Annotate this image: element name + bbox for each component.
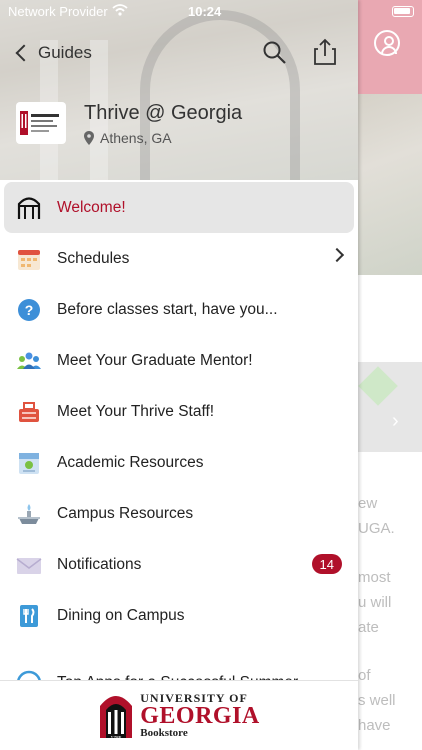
menu-item-before-classes[interactable]: ? Before classes start, have you... [0,284,358,335]
svg-text:?: ? [25,302,34,318]
background-text: u will [358,594,392,611]
menu-item-campus-resources[interactable]: Campus Resources [0,488,358,539]
fountain-icon [16,501,42,527]
dining-icon [16,603,42,629]
menu-item-label: Meet Your Thrive Staff! [57,402,215,420]
background-text: s well [358,692,396,709]
chevron-right-icon [329,247,345,263]
carrier-name: Network Provider [8,4,108,19]
guide-title: Thrive @ Georgia [84,102,243,124]
back-button[interactable]: Guides [14,40,92,66]
menu-item-label: Dining on Campus [57,606,185,624]
svg-text:1785: 1785 [111,736,122,742]
background-text: ate [358,619,379,636]
question-icon: ? [16,297,42,323]
navigation-drawer: Network Provider 10:24 Guides Thrive @ G… [0,0,358,750]
menu-item-label: Welcome! [57,198,126,216]
uga-line2: GEORGIA [140,703,260,729]
guide-logo [16,102,66,144]
battery-icon [392,6,414,17]
calendar-icon [16,246,42,272]
menu-item-graduate-mentor[interactable]: Meet Your Graduate Mentor! [0,335,358,386]
wifi-icon [112,4,128,16]
menu-item-label: Campus Resources [57,504,194,522]
staff-icon [16,399,42,425]
uga-arch-logo-icon: 1785 [100,695,133,742]
location-pin-icon [84,131,94,145]
clock: 10:24 [188,4,222,19]
menu-item-notifications[interactable]: Notifications 14 [0,539,358,590]
location-label: Athens, GA [100,130,172,146]
notebook-icon [16,450,42,476]
back-label: Guides [38,43,92,62]
drawer-header-image [0,0,358,180]
chevron-left-icon [15,44,33,62]
guide-menu: Welcome! Schedules ? Before classes star… [0,182,358,641]
uga-bookstore-wordmark: UNIVERSITY OF GEORGIA Bookstore [140,692,260,739]
envelope-icon [16,552,42,578]
background-text: most [358,569,391,586]
uga-logo-icon [20,111,59,135]
notification-count-badge: 14 [311,554,342,574]
sponsor-banner[interactable]: 1785 UNIVERSITY OF GEORGIA Bookstore [0,680,358,750]
status-bar: Network Provider 10:24 [0,0,358,22]
menu-item-label: Notifications [57,555,142,573]
background-text: have [358,717,391,734]
header-overlay [0,0,358,180]
menu-item-academic-resources[interactable]: Academic Resources [0,437,358,488]
background-text: UGA. [358,520,395,537]
menu-item-label: Meet Your Graduate Mentor! [57,351,253,369]
background-text: of [358,667,371,684]
menu-item-label: Before classes start, have you... [57,300,278,318]
menu-item-label: Academic Resources [57,453,204,471]
background-text: ew [358,495,378,512]
arch-icon [16,195,42,221]
menu-item-dining[interactable]: Dining on Campus [0,590,358,641]
menu-item-label: Schedules [57,249,130,267]
menu-item-thrive-staff[interactable]: Meet Your Thrive Staff! [0,386,358,437]
chevron-right-icon: › [392,410,399,432]
people-icon [16,348,42,374]
profile-icon [374,30,400,56]
share-icon[interactable] [312,38,338,66]
guide-location: Athens, GA [84,130,172,146]
menu-item-schedules[interactable]: Schedules [0,233,358,284]
search-icon[interactable] [262,40,288,66]
uga-line3: Bookstore [140,727,188,739]
menu-item-welcome[interactable]: Welcome! [4,182,354,233]
